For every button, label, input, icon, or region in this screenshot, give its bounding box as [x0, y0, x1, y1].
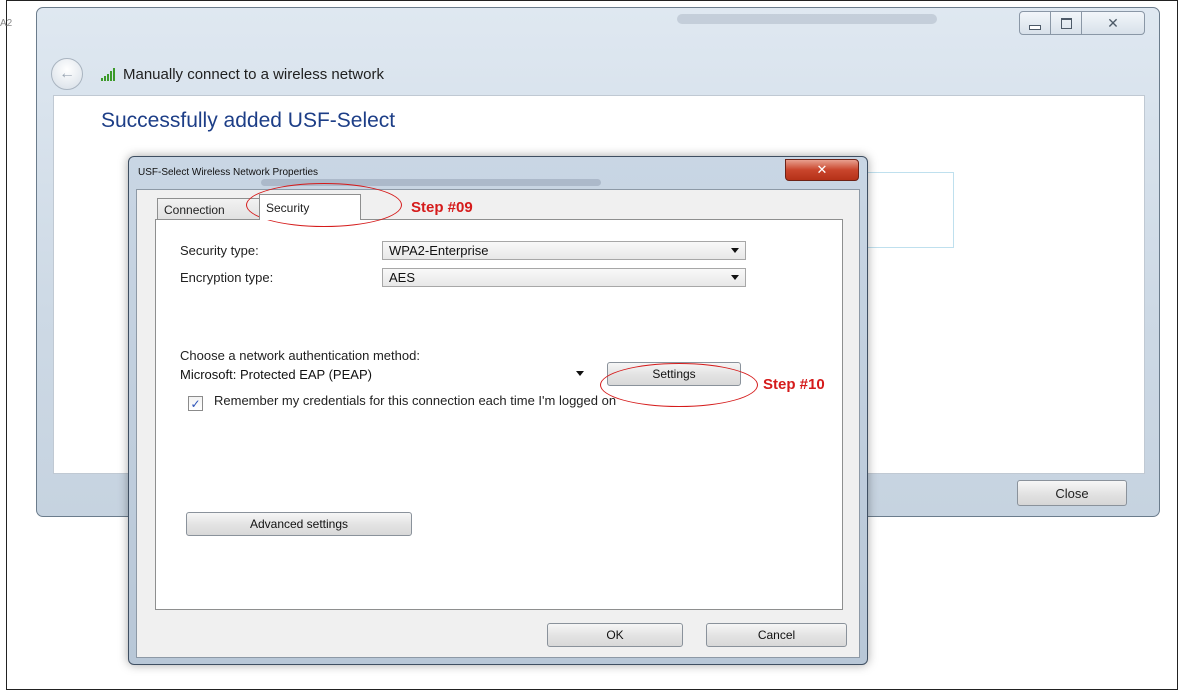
remember-credentials-checkbox[interactable]: ✓	[188, 396, 203, 411]
chevron-down-icon	[576, 371, 584, 376]
chevron-down-icon	[731, 248, 739, 253]
window-controls: ✕	[1019, 11, 1145, 35]
properties-dialog: USF-Select Wireless Network Properties ✕…	[128, 156, 868, 665]
auth-method-select[interactable]: Microsoft: Protected EAP (PEAP)	[180, 365, 590, 384]
wizard-title: Manually connect to a wireless network	[123, 65, 384, 83]
window-close-button[interactable]: ✕	[1082, 12, 1144, 34]
wireless-signal-icon	[101, 67, 115, 81]
dialog-title: USF-Select Wireless Network Properties	[138, 167, 319, 178]
encryption-type-value: AES	[389, 270, 416, 285]
maximize-icon	[1060, 17, 1072, 29]
auth-method-label: Choose a network authentication method:	[180, 348, 420, 363]
tab-connection[interactable]: Connection	[157, 198, 261, 220]
auth-method-value: Microsoft: Protected EAP (PEAP)	[180, 367, 372, 382]
crop-label: A2	[0, 18, 13, 29]
encryption-type-label: Encryption type:	[180, 270, 274, 285]
maximize-button[interactable]	[1051, 12, 1082, 34]
dialog-close-button[interactable]: ✕	[785, 159, 859, 181]
security-type-label: Security type:	[180, 243, 259, 258]
step10-label: Step #10	[763, 376, 825, 393]
tab-security[interactable]: Security	[259, 194, 361, 220]
encryption-type-select[interactable]: AES	[382, 268, 746, 287]
close-icon: ✕	[1107, 14, 1119, 31]
chevron-down-icon	[731, 275, 739, 280]
back-arrow-icon: ←	[59, 65, 75, 82]
back-button[interactable]: ←	[51, 58, 83, 90]
step9-label: Step #09	[411, 199, 473, 216]
minimize-button[interactable]	[1020, 12, 1051, 34]
cancel-button[interactable]: Cancel	[706, 623, 847, 647]
wizard-nav-row: ← Manually connect to a wireless network	[51, 58, 384, 90]
step10-highlight	[600, 363, 758, 407]
wizard-title-blur	[677, 14, 937, 24]
success-heading: Successfully added USF-Select	[101, 109, 396, 132]
dialog-body: Connection Security Security type: WPA2-…	[136, 189, 860, 658]
security-tab-panel: Security type: WPA2-Enterprise Encryptio…	[155, 219, 843, 610]
security-type-select[interactable]: WPA2-Enterprise	[382, 241, 746, 260]
advanced-settings-button[interactable]: Advanced settings	[186, 512, 412, 536]
minimize-icon	[1029, 24, 1041, 30]
wizard-close-button[interactable]: Close	[1017, 480, 1127, 506]
ok-button[interactable]: OK	[547, 623, 683, 647]
checkmark-icon: ✓	[190, 396, 201, 411]
close-icon: ✕	[816, 162, 828, 177]
security-type-value: WPA2-Enterprise	[389, 243, 489, 258]
